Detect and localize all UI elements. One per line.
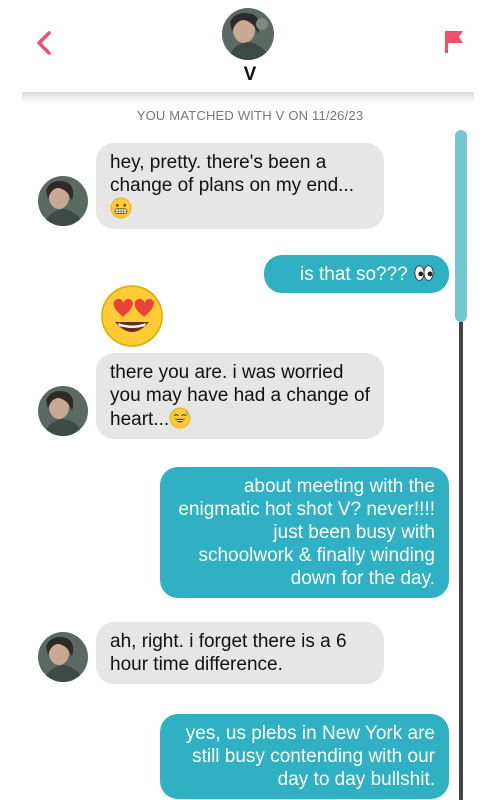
match-avatar[interactable]: [222, 8, 274, 60]
message-bubble[interactable]: is that so???: [264, 255, 449, 293]
chat-header: V: [0, 0, 500, 92]
message-text: about meeting with the enigmatic hot sho…: [178, 476, 435, 589]
message-bubble[interactable]: there you are. i was worried you may hav…: [96, 353, 384, 439]
back-button[interactable]: [30, 28, 60, 58]
sender-avatar[interactable]: [38, 176, 88, 226]
message-text: is that so???: [299, 264, 413, 285]
message-text: ah, right. i forget there is a 6 hour ti…: [110, 631, 347, 675]
message-text: there you are. i was worried you may hav…: [110, 362, 370, 430]
sender-avatar[interactable]: [38, 386, 88, 436]
message-text: yes, us plebs in New York are still busy…: [185, 723, 435, 790]
eyes-icon: [414, 265, 434, 281]
sender-avatar[interactable]: [38, 632, 88, 682]
report-button[interactable]: [440, 28, 468, 56]
message-bubble[interactable]: yes, us plebs in New York are still busy…: [160, 714, 449, 799]
heart-eyes-icon: [101, 285, 163, 347]
match-name: V: [243, 64, 257, 85]
match-banner: YOU MATCHED WITH V ON 11/26/23: [136, 108, 364, 123]
sweat-smile-icon: [169, 407, 191, 429]
message-bubble[interactable]: hey, pretty. there's been a change of pl…: [96, 143, 384, 229]
message-text: hey, pretty. there's been a change of pl…: [110, 152, 354, 196]
header-divider: [22, 92, 474, 104]
flag-icon: [445, 31, 463, 53]
chevron-left-icon: [37, 31, 51, 55]
message-bubble[interactable]: about meeting with the enigmatic hot sho…: [160, 467, 449, 598]
grimacing-face-icon: [110, 197, 132, 219]
scrollbar-thumb[interactable]: [455, 130, 467, 322]
message-bubble[interactable]: ah, right. i forget there is a 6 hour ti…: [96, 622, 384, 684]
